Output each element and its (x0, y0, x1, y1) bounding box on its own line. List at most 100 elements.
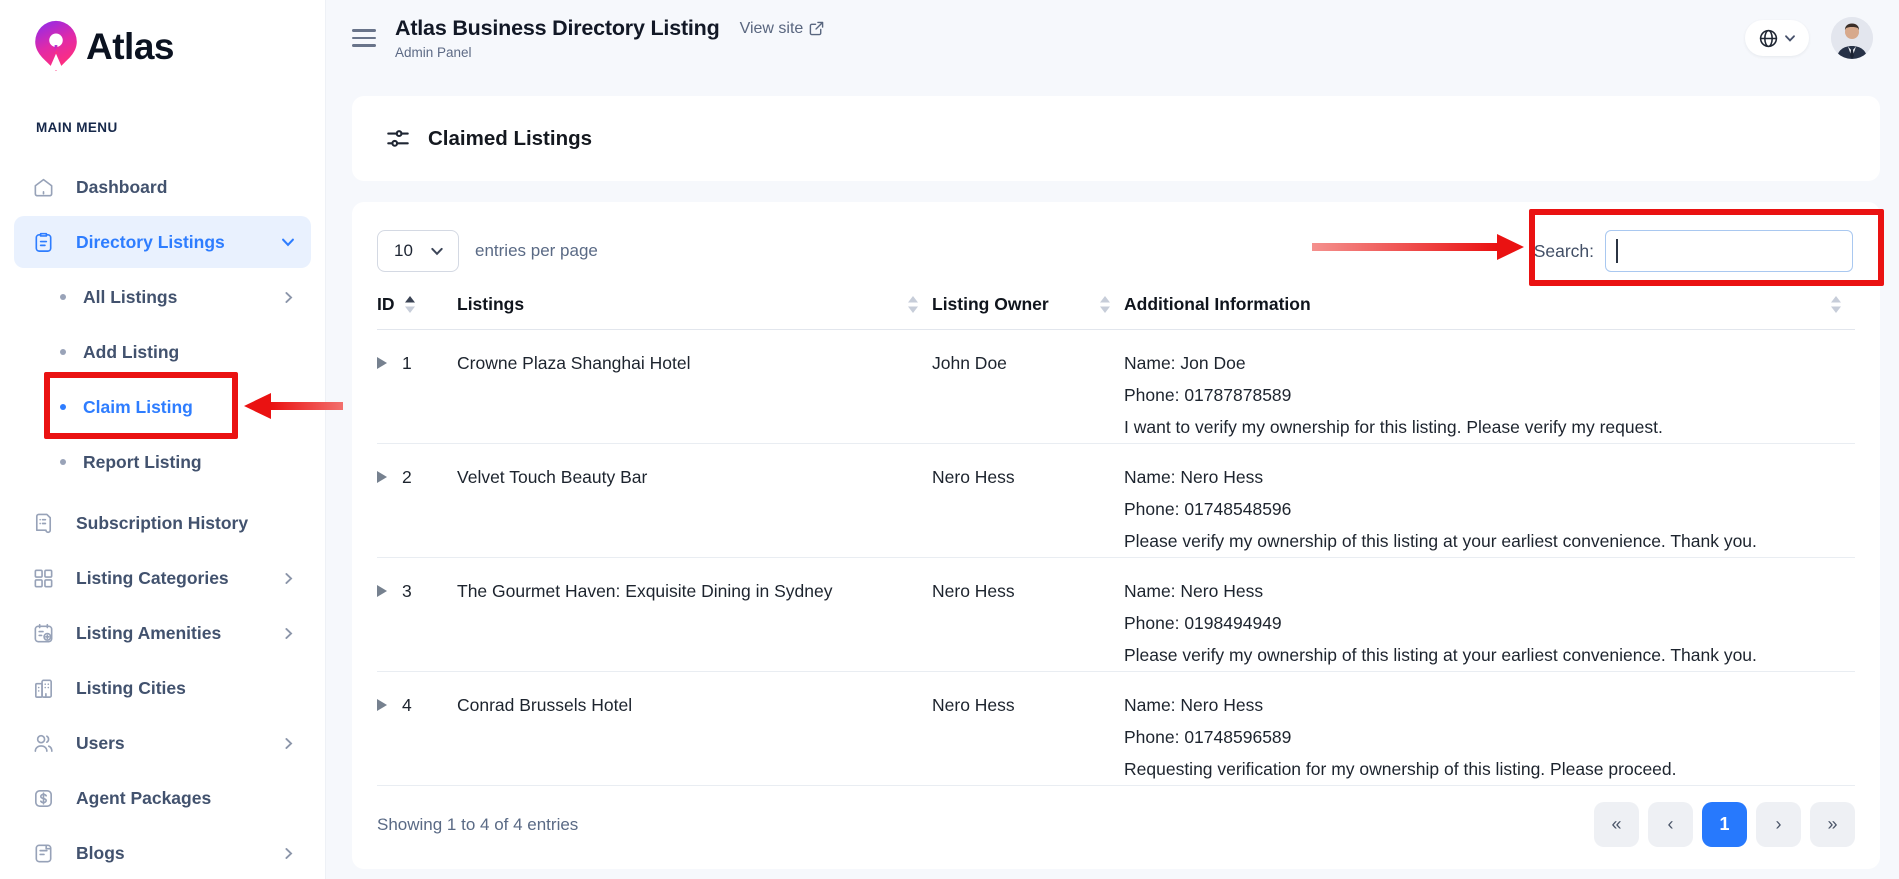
content: Claimed Listings 10 entries per page Sea… (326, 76, 1899, 869)
bullet-icon (60, 459, 66, 465)
hamburger-menu-icon[interactable] (350, 25, 378, 51)
sidebar-item-add-listing[interactable]: Add Listing (14, 326, 311, 378)
sidebar-item-label: All Listings (83, 287, 177, 308)
sidebar-item-label: Directory Listings (76, 232, 225, 253)
sidebar-item-label: Add Listing (83, 342, 179, 363)
pagination-prev-button[interactable]: ‹ (1648, 802, 1693, 847)
bullet-icon (60, 349, 66, 355)
listing-owner: Nero Hess (932, 570, 1124, 607)
claimed-listings-card-header: Claimed Listings (352, 96, 1880, 181)
external-link-icon (809, 21, 824, 36)
chevron-right-icon (282, 847, 295, 860)
row-id: 2 (402, 461, 412, 493)
listing-name: Conrad Brussels Hotel (457, 684, 932, 721)
table-row: 2 Velvet Touch Beauty Bar Nero Hess Name… (377, 444, 1855, 558)
sidebar-item-blogs[interactable]: Blogs (14, 827, 311, 879)
chevron-right-icon (282, 627, 295, 640)
sidebar-item-dashboard[interactable]: Dashboard (14, 161, 311, 213)
sidebar-item-report-listing[interactable]: Report Listing (14, 436, 311, 488)
avatar-image (1831, 17, 1873, 59)
additional-information: Name: Jon Doe Phone: 01787878589 I want … (1124, 342, 1855, 443)
sidebar-item-agent-packages[interactable]: Agent Packages (14, 772, 311, 824)
home-icon (30, 176, 56, 199)
additional-information: Name: Nero Hess Phone: 01748596589 Reque… (1124, 684, 1855, 785)
sort-icon (908, 296, 932, 313)
receipt-icon (30, 512, 56, 535)
sidebar-item-label: Agent Packages (76, 788, 211, 809)
sidebar-item-label: Blogs (76, 843, 125, 864)
sidebar-item-label: Report Listing (83, 452, 202, 473)
chevron-right-icon (282, 291, 295, 304)
table-row: 3 The Gourmet Haven: Exquisite Dining in… (377, 558, 1855, 672)
entries-per-page-label: entries per page (475, 241, 598, 261)
listing-owner: Nero Hess (932, 684, 1124, 721)
search-label: Search: (1534, 241, 1594, 262)
sidebar-item-listing-cities[interactable]: Listing Cities (14, 662, 311, 714)
sidebar-item-label: Subscription History (76, 513, 248, 534)
calendar-plus-icon (30, 622, 56, 645)
pagination-next-button[interactable]: › (1756, 802, 1801, 847)
column-header-id[interactable]: ID (377, 294, 457, 315)
user-avatar[interactable] (1831, 17, 1873, 59)
page-size-select[interactable]: 10 (377, 230, 459, 272)
expand-row-icon[interactable] (377, 471, 387, 483)
sidebar-item-subscription-history[interactable]: Subscription History (14, 497, 311, 549)
sidebar-item-label: Listing Categories (76, 568, 229, 589)
bullet-icon (60, 294, 66, 300)
listing-owner: Nero Hess (932, 456, 1124, 493)
language-selector[interactable] (1745, 20, 1809, 56)
sidebar-item-all-listings[interactable]: All Listings (14, 271, 311, 323)
sort-icon (1100, 296, 1124, 313)
chevron-right-icon (282, 572, 295, 585)
users-icon (30, 732, 56, 755)
pagination: « ‹ 1 › » (1594, 802, 1855, 847)
expand-row-icon[interactable] (377, 699, 387, 711)
column-header-listing-owner[interactable]: Listing Owner (932, 294, 1124, 315)
bullet-icon (60, 404, 66, 410)
listing-name: Crowne Plaza Shanghai Hotel (457, 342, 932, 379)
expand-row-icon[interactable] (377, 585, 387, 597)
sidebar-item-label: Claim Listing (83, 397, 193, 418)
sidebar-item-label: Users (76, 733, 125, 754)
pagination-first-button[interactable]: « (1594, 802, 1639, 847)
sidebar-item-listing-amenities[interactable]: Listing Amenities (14, 607, 311, 659)
chevron-down-icon (281, 235, 295, 249)
sidebar-item-claim-listing[interactable]: Claim Listing (14, 381, 311, 433)
row-id: 1 (402, 347, 412, 379)
page-title: Atlas Business Directory Listing (395, 16, 720, 41)
search-area: Search: (1534, 230, 1855, 272)
document-icon (30, 842, 56, 865)
sidebar-item-users[interactable]: Users (14, 717, 311, 769)
column-header-additional-information[interactable]: Additional Information (1124, 294, 1855, 315)
sort-icon-asc-active (405, 296, 415, 313)
atlas-pin-icon (28, 18, 84, 76)
pagination-last-button[interactable]: » (1810, 802, 1855, 847)
column-header-listings[interactable]: Listings (457, 294, 932, 315)
sidebar-item-directory-listings[interactable]: Directory Listings (14, 216, 311, 268)
chevron-right-icon (282, 737, 295, 750)
sidebar-item-listing-categories[interactable]: Listing Categories (14, 552, 311, 604)
topbar: Atlas Business Directory Listing View si… (326, 0, 1899, 76)
expand-row-icon[interactable] (377, 357, 387, 369)
sidebar-menu: Dashboard Directory Listings All Listing… (14, 161, 311, 879)
brand-logo[interactable]: Atlas (14, 18, 311, 76)
chevron-down-icon (430, 244, 444, 258)
pagination-page-1-button[interactable]: 1 (1702, 802, 1747, 847)
claimed-listings-table-card: 10 entries per page Search: (352, 202, 1880, 869)
claimed-listings-table: ID Listings Listing Owner (377, 294, 1855, 786)
clipboard-icon (30, 231, 56, 254)
globe-icon (1758, 28, 1779, 49)
view-site-link[interactable]: View site (740, 20, 825, 38)
row-id: 4 (402, 689, 412, 721)
listing-name: Velvet Touch Beauty Bar (457, 456, 932, 493)
search-input[interactable] (1605, 230, 1853, 272)
sidebar-item-label: Dashboard (76, 177, 167, 198)
table-header-row: ID Listings Listing Owner (377, 294, 1855, 330)
entries-summary: Showing 1 to 4 of 4 entries (377, 815, 578, 835)
table-row: 1 Crowne Plaza Shanghai Hotel John Doe N… (377, 330, 1855, 444)
table-row: 4 Conrad Brussels Hotel Nero Hess Name: … (377, 672, 1855, 786)
sidebar-item-label: Listing Cities (76, 678, 186, 699)
chevron-down-icon (1784, 32, 1796, 44)
sidebar-item-label: Listing Amenities (76, 623, 221, 644)
dollar-icon (30, 787, 56, 810)
